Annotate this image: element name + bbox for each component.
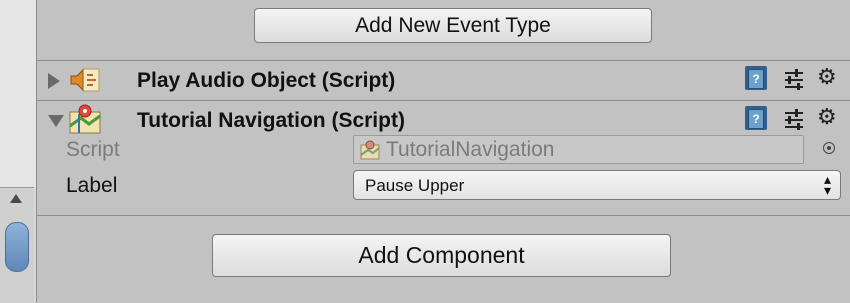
object-picker-icon[interactable] — [823, 142, 835, 154]
add-new-event-type-button[interactable]: Add New Event Type — [254, 8, 652, 43]
component-title: Play Audio Object (Script) — [137, 69, 396, 92]
script-object-value: TutorialNavigation — [386, 138, 555, 161]
help-book-icon[interactable]: ? — [745, 106, 767, 130]
label-property-label: Label — [66, 174, 118, 197]
left-panel-gutter — [0, 0, 37, 303]
presets-icon[interactable] — [783, 108, 805, 130]
inspector-panel: Add New Event Type Play Audio Object (Sc… — [37, 0, 850, 302]
label-dropdown[interactable]: Pause Upper ▴ ▾ — [353, 170, 841, 200]
foldout-expanded-icon[interactable] — [48, 115, 64, 127]
help-glyph: ? — [748, 109, 764, 129]
label-dropdown-value: Pause Upper — [365, 176, 465, 195]
component-divider — [37, 60, 850, 61]
updown-arrows-icon: ▴ ▾ — [823, 171, 831, 198]
left-panel-area — [0, 0, 36, 187]
gear-icon[interactable]: ⚙ — [817, 64, 837, 90]
script-file-icon — [360, 140, 380, 160]
component-header-play-audio-object[interactable]: Play Audio Object (Script) ? ⚙ — [37, 62, 850, 100]
gear-icon[interactable]: ⚙ — [817, 104, 837, 130]
presets-icon[interactable] — [783, 68, 805, 90]
component-title: Tutorial Navigation (Script) — [137, 109, 405, 132]
help-glyph: ? — [748, 69, 764, 89]
script-object-field[interactable]: TutorialNavigation — [353, 135, 804, 164]
add-component-button[interactable]: Add Component — [212, 234, 671, 277]
foldout-collapsed-icon[interactable] — [48, 73, 60, 89]
audio-script-icon — [70, 68, 100, 92]
scroll-up-arrow-icon[interactable] — [10, 194, 22, 203]
component-divider — [37, 215, 850, 216]
scrollbar-thumb[interactable] — [5, 222, 29, 272]
component-divider — [37, 100, 850, 101]
help-book-icon[interactable]: ? — [745, 66, 767, 90]
map-script-icon — [69, 104, 101, 134]
script-property-label: Script — [66, 138, 120, 161]
